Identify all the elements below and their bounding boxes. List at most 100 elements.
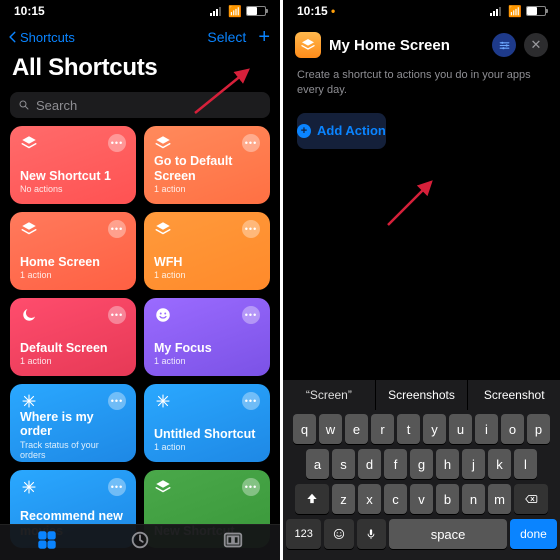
select-button[interactable]: Select <box>207 29 246 45</box>
shortcut-card[interactable]: ••• Untitled Shortcut1 action <box>144 384 270 462</box>
keyboard: qwertyuiop asdfghjkl zxcvbnm 123 space d… <box>283 410 560 560</box>
key-p[interactable]: p <box>527 414 550 444</box>
more-button[interactable]: ••• <box>242 306 260 324</box>
battery-icon <box>526 6 546 16</box>
add-action-label: Add Action <box>317 123 386 138</box>
key-d[interactable]: d <box>358 449 381 479</box>
key-c[interactable]: c <box>384 484 407 514</box>
key-space[interactable]: space <box>389 519 507 549</box>
tab-automation[interactable] <box>129 529 151 556</box>
key-x[interactable]: x <box>358 484 381 514</box>
key-y[interactable]: y <box>423 414 446 444</box>
nav-bar: Shortcuts Select + <box>0 22 280 52</box>
status-time: 10:15 <box>14 4 45 18</box>
suggestion[interactable]: Screenshot <box>468 380 560 410</box>
shortcut-card[interactable]: •••My Focus1 action <box>144 298 270 376</box>
key-a[interactable]: a <box>306 449 329 479</box>
key-v[interactable]: v <box>410 484 433 514</box>
plus-circle-icon: + <box>297 124 311 138</box>
chevron-left-icon <box>6 30 20 44</box>
settings-button[interactable] <box>492 33 516 57</box>
shortcut-card[interactable]: •••Where is my orderTrack status of your… <box>10 384 136 462</box>
key-i[interactable]: i <box>475 414 498 444</box>
shortcut-app-icon[interactable] <box>295 32 321 58</box>
key-e[interactable]: e <box>345 414 368 444</box>
key-emoji[interactable] <box>324 519 353 549</box>
key-o[interactable]: o <box>501 414 524 444</box>
tab-shortcuts[interactable] <box>36 529 58 556</box>
shortcut-subtitle: 1 action <box>20 356 126 366</box>
tab-gallery[interactable] <box>222 529 244 556</box>
shortcut-card[interactable]: •••Home Screen1 action <box>10 212 136 290</box>
more-button[interactable]: ••• <box>242 392 260 410</box>
suggestion[interactable]: “Screen” <box>283 380 376 410</box>
more-button[interactable]: ••• <box>242 220 260 238</box>
key-n[interactable]: n <box>462 484 485 514</box>
more-button[interactable]: ••• <box>108 220 126 238</box>
shortcut-subtitle: 1 action <box>154 270 260 280</box>
layers-icon <box>20 220 38 238</box>
add-action-button[interactable]: + Add Action <box>297 113 386 149</box>
key-m[interactable]: m <box>488 484 511 514</box>
key-t[interactable]: t <box>397 414 420 444</box>
key-j[interactable]: j <box>462 449 485 479</box>
more-button[interactable]: ••• <box>242 478 260 496</box>
layers-icon <box>154 220 172 238</box>
key-w[interactable]: w <box>319 414 342 444</box>
shortcut-name: Default Screen <box>20 341 126 355</box>
add-shortcut-button[interactable]: + <box>258 27 270 47</box>
shortcut-card[interactable]: •••WFH1 action <box>144 212 270 290</box>
shortcut-name: Home Screen <box>20 255 126 269</box>
back-label: Shortcuts <box>20 30 75 45</box>
more-button[interactable]: ••• <box>108 392 126 410</box>
key-h[interactable]: h <box>436 449 459 479</box>
sparkle-icon <box>20 478 38 496</box>
mic-icon <box>364 527 378 541</box>
shortcut-card[interactable]: •••New Shortcut 1No actions <box>10 126 136 204</box>
key-l[interactable]: l <box>514 449 537 479</box>
recording-indicator: • <box>331 4 335 18</box>
key-done[interactable]: done <box>510 519 557 549</box>
wifi-icon: 📶 <box>228 5 242 18</box>
emoji-icon <box>332 527 346 541</box>
shift-icon <box>305 492 319 506</box>
close-button[interactable]: ✕ <box>524 33 548 57</box>
shortcut-name: Untitled Shortcut <box>154 427 260 441</box>
more-button[interactable]: ••• <box>108 134 126 152</box>
status-time: 10:15 <box>297 4 328 18</box>
shortcut-name: Go to Default Screen <box>154 154 260 183</box>
key-b[interactable]: b <box>436 484 459 514</box>
shortcut-subtitle: 1 action <box>154 442 260 452</box>
search-icon <box>18 99 30 111</box>
more-button[interactable]: ••• <box>108 478 126 496</box>
key-123[interactable]: 123 <box>286 519 321 549</box>
more-button[interactable]: ••• <box>108 306 126 324</box>
key-g[interactable]: g <box>410 449 433 479</box>
smile-icon <box>154 306 172 324</box>
key-k[interactable]: k <box>488 449 511 479</box>
key-mic[interactable] <box>357 519 386 549</box>
shortcut-name-field[interactable]: My Home Screen <box>329 37 484 54</box>
key-u[interactable]: u <box>449 414 472 444</box>
key-shift[interactable] <box>295 484 329 514</box>
page-title: All Shortcuts <box>0 52 280 88</box>
suggestion[interactable]: Screenshots <box>376 380 469 410</box>
sparkle-icon <box>20 392 38 410</box>
key-q[interactable]: q <box>293 414 316 444</box>
shortcut-card[interactable]: ••• Default Screen1 action <box>10 298 136 376</box>
layers-icon <box>20 134 38 152</box>
sliders-icon <box>498 39 511 52</box>
shortcut-card[interactable]: ••• Go to Default Screen1 action <box>144 126 270 204</box>
key-r[interactable]: r <box>371 414 394 444</box>
layers-icon <box>154 134 172 152</box>
back-button[interactable]: Shortcuts <box>6 30 75 45</box>
key-z[interactable]: z <box>332 484 355 514</box>
shortcut-subtitle: 1 action <box>154 184 260 194</box>
keyboard-suggestions: “Screen” Screenshots Screenshot <box>283 380 560 410</box>
more-button[interactable]: ••• <box>242 134 260 152</box>
key-f[interactable]: f <box>384 449 407 479</box>
key-backspace[interactable] <box>514 484 548 514</box>
key-s[interactable]: s <box>332 449 355 479</box>
annotation-arrow <box>383 180 443 235</box>
search-input[interactable]: Search <box>10 92 270 118</box>
